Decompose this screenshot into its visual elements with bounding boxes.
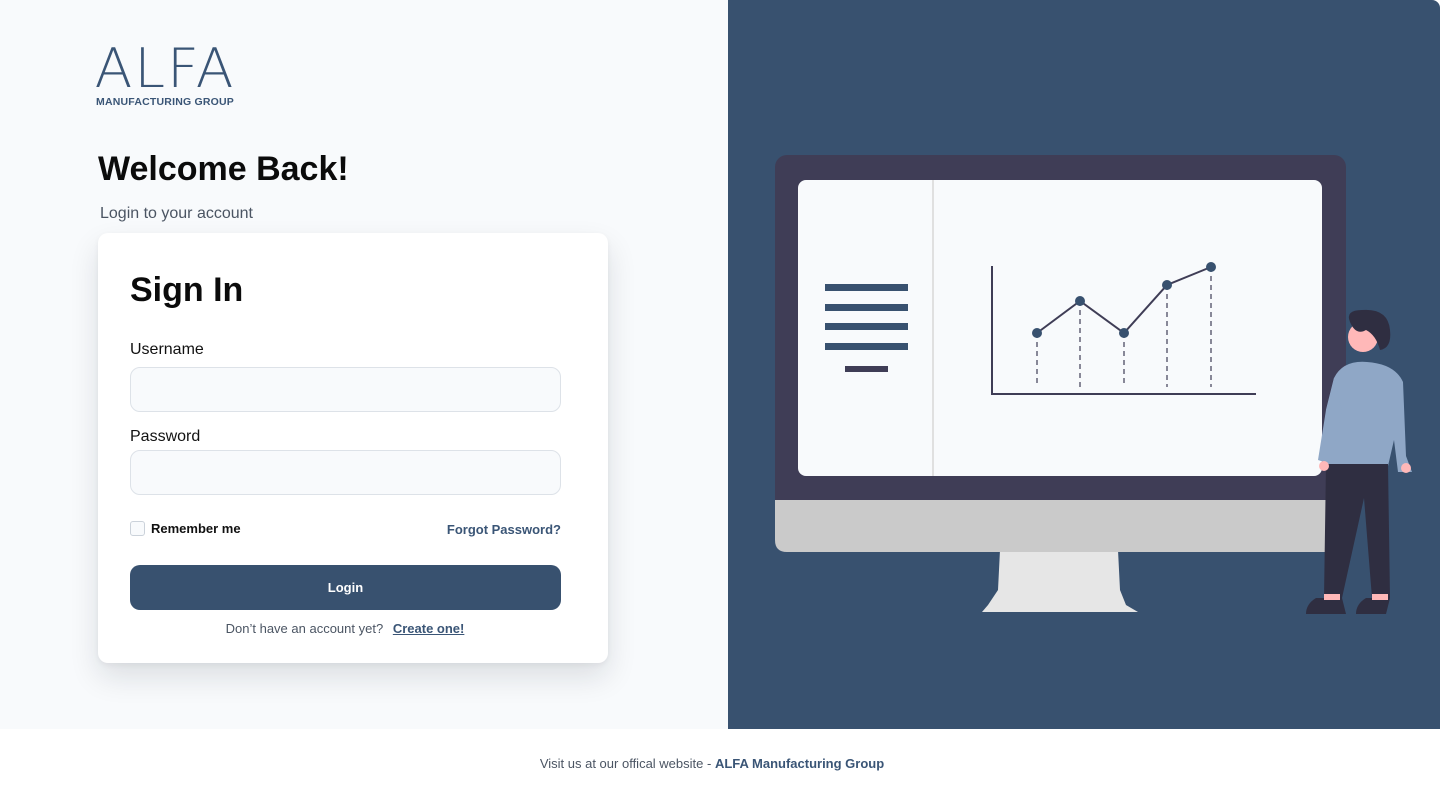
- login-button[interactable]: Login: [130, 565, 561, 610]
- username-input[interactable]: [130, 367, 561, 412]
- login-page: ALFA MANUFACTURING GROUP Welcome Back! L…: [0, 0, 1440, 800]
- signin-title: Sign In: [130, 271, 244, 309]
- password-label: Password: [130, 428, 201, 445]
- welcome-title: Welcome Back!: [98, 150, 349, 188]
- monitor-icon: [775, 155, 1346, 612]
- signup-prompt-text: Don’t have an account yet?: [225, 621, 384, 636]
- signin-card: Sign In Username Password Remember me Fo…: [98, 233, 608, 663]
- left-pane: ALFA MANUFACTURING GROUP Welcome Back! L…: [0, 0, 728, 729]
- remember-checkbox[interactable]: [130, 521, 145, 536]
- remember-me[interactable]: Remember me: [130, 521, 241, 536]
- logo-wordmark: ALFA: [94, 37, 236, 100]
- password-input[interactable]: [130, 450, 561, 495]
- welcome-subtitle: Login to your account: [100, 205, 253, 222]
- footer: Visit us at our offical website - ALFA M…: [0, 756, 1424, 771]
- footer-text: Visit us at our offical website -: [539, 756, 715, 771]
- dashboard-illustration: [775, 155, 1412, 614]
- company-logo: ALFA MANUFACTURING GROUP: [95, 40, 246, 110]
- signup-prompt: Don’t have an account yet? Create one!: [98, 621, 608, 636]
- username-label: Username: [130, 341, 204, 358]
- forgot-password-link[interactable]: Forgot Password?: [447, 522, 561, 537]
- official-website-link[interactable]: ALFA Manufacturing Group: [715, 756, 884, 771]
- logo-subtitle: MANUFACTURING GROUP: [96, 96, 234, 108]
- remember-label: Remember me: [151, 521, 241, 536]
- create-account-link[interactable]: Create one!: [393, 621, 465, 636]
